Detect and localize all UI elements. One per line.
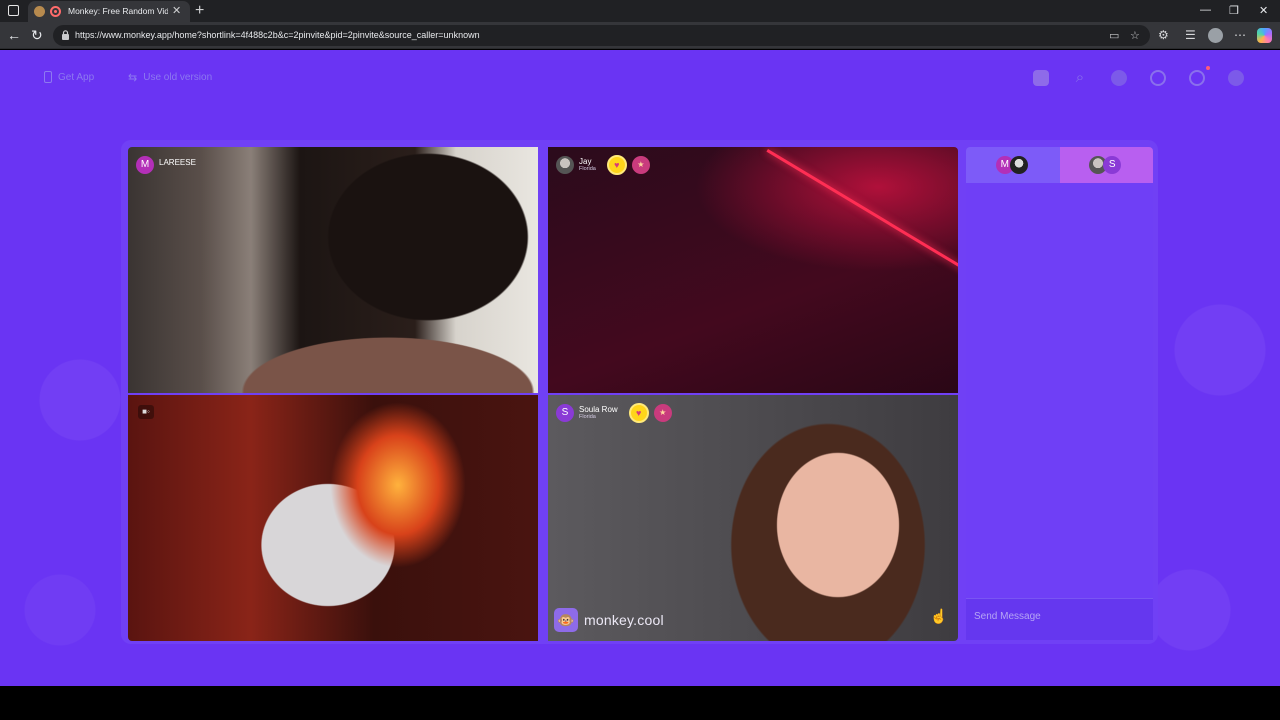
chat-tabs: M S (966, 147, 1153, 183)
user-name: Jay (579, 157, 592, 166)
favorites-icon[interactable]: ☰ (1185, 28, 1196, 42)
hand-cursor-icon: ☝ (930, 608, 948, 624)
avatar: S (1103, 156, 1122, 174)
address-bar-row: ← ↻ https://www.monkey.app/home?shortlin… (0, 22, 1280, 49)
browser-tab-bar: Monkey: Free Random Video Chat ✕ + — ❐ ✕ (0, 0, 1280, 22)
camera-permission-icon[interactable]: ▭ (1109, 29, 1119, 42)
old-version-label: Use old version (143, 72, 213, 83)
lock-icon (62, 30, 69, 40)
browser-tab-monkey[interactable]: Monkey: Free Random Video Chat ✕ (28, 1, 190, 22)
copilot-icon[interactable] (1257, 28, 1272, 43)
window-menu-icon[interactable] (8, 5, 19, 16)
more-menu-icon[interactable]: ⋯ (1234, 28, 1246, 42)
gift-heart-icon[interactable]: ♥ (628, 403, 649, 423)
brand-text: monkey.cool (584, 612, 664, 628)
extensions-icon[interactable]: ⚙ (1158, 28, 1169, 42)
camera-status-icon[interactable]: ■◦ (138, 405, 154, 419)
url-text[interactable]: https://www.monkey.app/home?shortlink=4f… (75, 30, 480, 40)
monkey-badge-icon[interactable]: ★ (653, 404, 672, 422)
close-window-button[interactable]: ✕ (1259, 4, 1268, 17)
video-tile-self[interactable] (128, 395, 538, 641)
store-icon[interactable] (1033, 70, 1049, 86)
messages-icon[interactable] (1189, 70, 1205, 86)
profile-avatar-icon[interactable] (1208, 28, 1223, 43)
get-app-link[interactable]: Get App (44, 71, 94, 83)
avatar: S (556, 404, 574, 422)
bottom-black-bar (0, 686, 1280, 720)
user-chip-soula-row[interactable]: S Soula Row Florida ♥ ★ (556, 403, 672, 423)
user-location: Florida (579, 414, 596, 420)
tab-close-icon[interactable]: ✕ (172, 4, 181, 17)
video-tile-lareese[interactable] (128, 147, 538, 393)
user-chip-lareese[interactable]: M LAREESE (136, 156, 196, 174)
history-icon[interactable] (1150, 70, 1166, 86)
avatar: M (136, 156, 154, 174)
video-tile-soula-row[interactable] (548, 395, 958, 641)
profile-monkey-icon[interactable] (1228, 70, 1244, 86)
monkey-favicon-icon (34, 6, 45, 17)
chat-panel (966, 147, 1153, 640)
back-button[interactable]: ← (7, 27, 21, 43)
new-tab-button[interactable]: + (195, 1, 204, 21)
user-location: Florida (579, 166, 596, 172)
video-tile-jay[interactable] (548, 147, 958, 393)
send-message-input[interactable] (974, 607, 1144, 625)
monkey-badge-icon[interactable]: ★ (631, 156, 650, 174)
search-icon[interactable]: ⌕ (1072, 70, 1088, 86)
send-message-box (966, 598, 1153, 640)
minimize-button[interactable]: — (1200, 4, 1211, 16)
avatar (556, 156, 574, 174)
user-chip-jay[interactable]: Jay Florida ♥ ★ (556, 155, 650, 175)
user-name: LAREESE (159, 157, 196, 167)
recording-indicator-icon (50, 6, 61, 17)
get-app-label: Get App (58, 71, 95, 83)
avatar (1009, 156, 1028, 174)
chat-tab-pair-1[interactable]: M (966, 147, 1060, 183)
friends-icon[interactable] (1111, 70, 1127, 86)
user-name: Soula Row (579, 405, 618, 414)
swap-icon: ⇆ (128, 72, 138, 84)
monkey-logo-icon: 🐵 (554, 608, 578, 632)
phone-icon (44, 71, 52, 83)
maximize-button[interactable]: ❐ (1229, 4, 1239, 17)
monkey-cool-watermark: 🐵 monkey.cool (554, 608, 664, 632)
tab-title: Monkey: Free Random Video Chat (68, 6, 168, 16)
notification-dot (1206, 66, 1210, 70)
gift-heart-icon[interactable]: ♥ (606, 155, 627, 175)
address-bar[interactable]: https://www.monkey.app/home?shortlink=4f… (53, 25, 1150, 46)
use-old-version-link[interactable]: ⇆ Use old version (128, 71, 212, 84)
favorite-star-icon[interactable]: ☆ (1130, 29, 1140, 42)
chat-tab-pair-2[interactable]: S (1059, 147, 1153, 183)
reload-button[interactable]: ↻ (31, 27, 43, 44)
